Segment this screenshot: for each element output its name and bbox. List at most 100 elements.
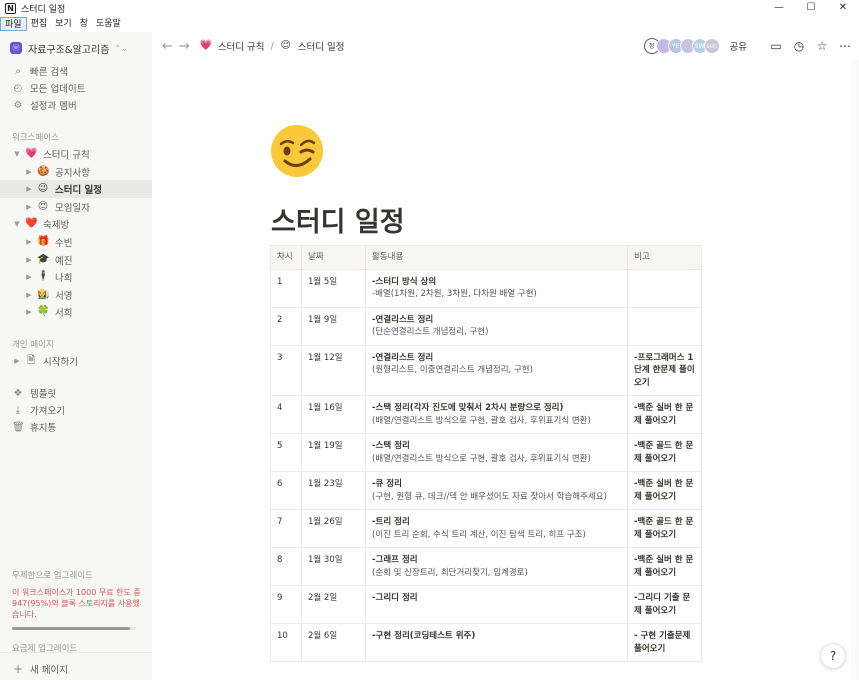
cell-activity[interactable]: -스터디 방식 상의 -배열(1차원, 2차원, 3차원, 다차원 배열 구현) — [365, 268, 628, 308]
history-clock-icon[interactable]: ◷ — [793, 39, 805, 53]
cell-date[interactable]: 1월 9일 — [301, 306, 366, 346]
sidebar-tree-item[interactable]: ▶ 😉 스터디 일정 — [0, 180, 152, 199]
cell-session[interactable]: 7 — [270, 509, 302, 548]
caret-right-icon[interactable]: ▶ — [24, 238, 34, 246]
menu-edit[interactable]: 편집 — [27, 17, 52, 31]
workspace-switcher[interactable]: ⓦ 자료구조&알고리즘 ⌃⌄ — [10, 40, 128, 56]
cell-date[interactable]: 1월 16일 — [301, 395, 366, 434]
help-button[interactable]: ? — [820, 643, 846, 669]
sidebar-tree-item[interactable]: ▶ 🎁 수빈 — [0, 233, 152, 251]
forward-arrow-icon[interactable]: → — [179, 39, 190, 54]
cell-activity[interactable]: -스택 정리(각자 진도에 맞춰서 2차시 분량으로 정리) (배열/연결리스트 … — [365, 395, 628, 434]
caret-right-icon[interactable]: ▶ — [24, 291, 34, 299]
caret-right-icon[interactable]: ▶ — [24, 185, 34, 193]
cell-activity[interactable]: -연결리스트 정리 (단순연결리스트 개념정리, 구현) — [365, 306, 628, 346]
caret-down-icon[interactable]: ▼ — [12, 220, 22, 228]
page-scrollbar[interactable] — [851, 60, 859, 680]
sidebar-item-search[interactable]: ⌕ 빠른 검색 — [0, 62, 152, 80]
table-row: 9 2월 2일 -그리디 정리 -그리디 기출 문제 풀어오기 — [270, 585, 702, 624]
comment-icon[interactable]: ▭ — [770, 39, 782, 53]
cell-activity[interactable]: -큐 정리 (구현, 원형 큐, 데크//덱 안 배우셨어도 자료 찾아서 학습해… — [365, 471, 628, 510]
sidebar-tree-item[interactable]: ▶ 🎓 예진 — [0, 251, 152, 269]
back-arrow-icon[interactable]: ← — [162, 39, 173, 54]
favorite-star-icon[interactable]: ☆ — [816, 39, 828, 53]
page-emoji-icon[interactable] — [270, 124, 324, 178]
breadcrumb-item-study-schedule[interactable]: 스터디 일정 — [298, 39, 345, 53]
cell-notes[interactable]: -프로그래머스 1단계 한문제 풀이오기 — [627, 344, 702, 396]
cell-notes[interactable]: - 구현 기출문제 풀어오기 — [627, 623, 702, 662]
cell-activity[interactable]: -그리디 정리 — [365, 585, 628, 624]
new-page-button[interactable]: + 새 페이지 — [0, 660, 152, 678]
cell-notes[interactable]: -백준 골드 한 문제 풀어오기 — [627, 509, 702, 548]
column-header-notes[interactable]: 비고 — [627, 245, 702, 270]
cell-session[interactable]: 9 — [270, 585, 302, 624]
sidebar-tree-item[interactable]: ▶ 🍀 서희 — [0, 303, 152, 321]
maximize-button[interactable]: ☐ — [795, 0, 827, 16]
sidebar-item-templates[interactable]: ❖ 템플릿 — [0, 384, 152, 402]
cell-session[interactable]: 6 — [270, 471, 302, 510]
page-emoji-icon: 🕴 — [37, 271, 50, 283]
cell-date[interactable]: 2월 6일 — [301, 623, 366, 662]
caret-right-icon[interactable]: ▶ — [24, 256, 34, 264]
sidebar-item-getting-started[interactable]: ▶ 🗎 시작하기 — [0, 352, 152, 370]
sidebar-item-settings[interactable]: ⚙ 설정과 멤버 — [0, 96, 152, 114]
cell-session[interactable]: 1 — [270, 268, 302, 308]
cell-session[interactable]: 4 — [270, 395, 302, 434]
cell-date[interactable]: 1월 23일 — [301, 471, 366, 510]
caret-right-icon[interactable]: ▶ — [24, 203, 34, 211]
cell-notes[interactable]: -그리디 기출 문제 풀어오기 — [627, 585, 702, 624]
cell-date[interactable]: 1월 30일 — [301, 547, 366, 586]
cell-session[interactable]: 10 — [270, 623, 302, 662]
cell-session[interactable]: 8 — [270, 547, 302, 586]
activity-detail: (순회 및 신장트리, 최단거리찾기, 임계경로) — [372, 567, 528, 578]
share-button[interactable]: 공유 — [730, 39, 747, 53]
cell-activity[interactable]: -트리 정리 (이진 트리 순회, 수식 트리 계산, 이진 탐색 트리, 히프 … — [365, 509, 628, 548]
menu-window[interactable]: 창 — [76, 17, 92, 31]
cell-session[interactable]: 3 — [270, 344, 302, 396]
cell-activity[interactable]: -그래프 정리 (순회 및 신장트리, 최단거리찾기, 임계경로) — [365, 547, 628, 586]
caret-down-icon[interactable]: ▼ — [12, 150, 22, 158]
sidebar-item-trash[interactable]: 🗑 휴지통 — [0, 418, 152, 436]
sidebar-tree-item[interactable]: ▶ 🕴 나희 — [0, 268, 152, 286]
cell-date[interactable]: 1월 12일 — [301, 344, 366, 396]
close-button[interactable]: ✕ — [827, 0, 859, 16]
sidebar-tree-item[interactable]: ▶ 👩‍🌾 서영 — [0, 286, 152, 304]
cell-activity[interactable]: -스택 정리 (배열/연결리스트 방식으로 구현, 괄호 검사, 후위표기식 변환… — [365, 433, 628, 472]
caret-right-icon[interactable]: ▶ — [12, 357, 22, 365]
cell-notes[interactable]: -백준 실버 한 문제 풀어오기 — [627, 547, 702, 586]
page-title[interactable]: 스터디 일정 — [271, 200, 405, 239]
sidebar-tree-item[interactable]: ▶ 🍪 공지사항 — [0, 163, 152, 181]
column-header-session[interactable]: 차시 — [270, 245, 302, 270]
caret-right-icon[interactable]: ▶ — [24, 308, 34, 316]
cell-session[interactable]: 2 — [270, 306, 302, 346]
cell-session[interactable]: 5 — [270, 433, 302, 472]
cell-notes[interactable] — [627, 268, 702, 308]
breadcrumb-item-study-rules[interactable]: 스터디 규칙 — [218, 39, 265, 53]
sidebar-item-updates[interactable]: ◴ 모든 업데이트 — [0, 79, 152, 97]
cell-date[interactable]: 1월 19일 — [301, 433, 366, 472]
menu-help[interactable]: 도움말 — [92, 17, 125, 31]
collaborator-avatar[interactable]: seh — [703, 38, 720, 54]
cell-notes[interactable]: -백준 실버 한 문제 풀어오기 — [627, 471, 702, 510]
column-header-activity[interactable]: 활동내용 — [365, 245, 628, 270]
sidebar-tree-item[interactable]: ▼ 💗 스터디 규칙 — [0, 145, 152, 163]
sidebar-item-import[interactable]: ⤓ 가져오기 — [0, 401, 152, 419]
menu-view[interactable]: 보기 — [51, 17, 76, 31]
cell-notes[interactable]: -백준 골드 한 문제 풀어오기 — [627, 433, 702, 472]
cell-activity[interactable]: -연결리스트 정리 (원형리스트, 이중연결리스트 개념정리, 구현) — [365, 344, 628, 396]
cell-date[interactable]: 1월 26일 — [301, 509, 366, 548]
caret-right-icon[interactable]: ▶ — [24, 273, 34, 281]
cell-activity[interactable]: -구현 정리(코딩테스트 위주) — [365, 623, 628, 662]
sidebar-tree-item[interactable]: ▶ 😍 모임일자 — [0, 198, 152, 216]
minimize-button[interactable]: — — [763, 0, 795, 16]
more-options-icon[interactable]: ⋯ — [839, 39, 851, 53]
caret-right-icon[interactable]: ▶ — [24, 168, 34, 176]
cell-notes[interactable]: -백준 실버 한 문제 풀어오기 — [627, 395, 702, 434]
menu-file[interactable]: 파일 — [0, 17, 27, 31]
sidebar-tree-item[interactable]: ▼ ❤️ 숙제방 — [0, 215, 152, 233]
cell-notes[interactable] — [627, 306, 702, 346]
cell-date[interactable]: 2월 2일 — [301, 585, 366, 624]
collaborator-avatars[interactable]: 정 YE SW seh — [643, 38, 720, 54]
cell-date[interactable]: 1월 5일 — [301, 268, 366, 308]
column-header-date[interactable]: 날짜 — [301, 245, 366, 270]
